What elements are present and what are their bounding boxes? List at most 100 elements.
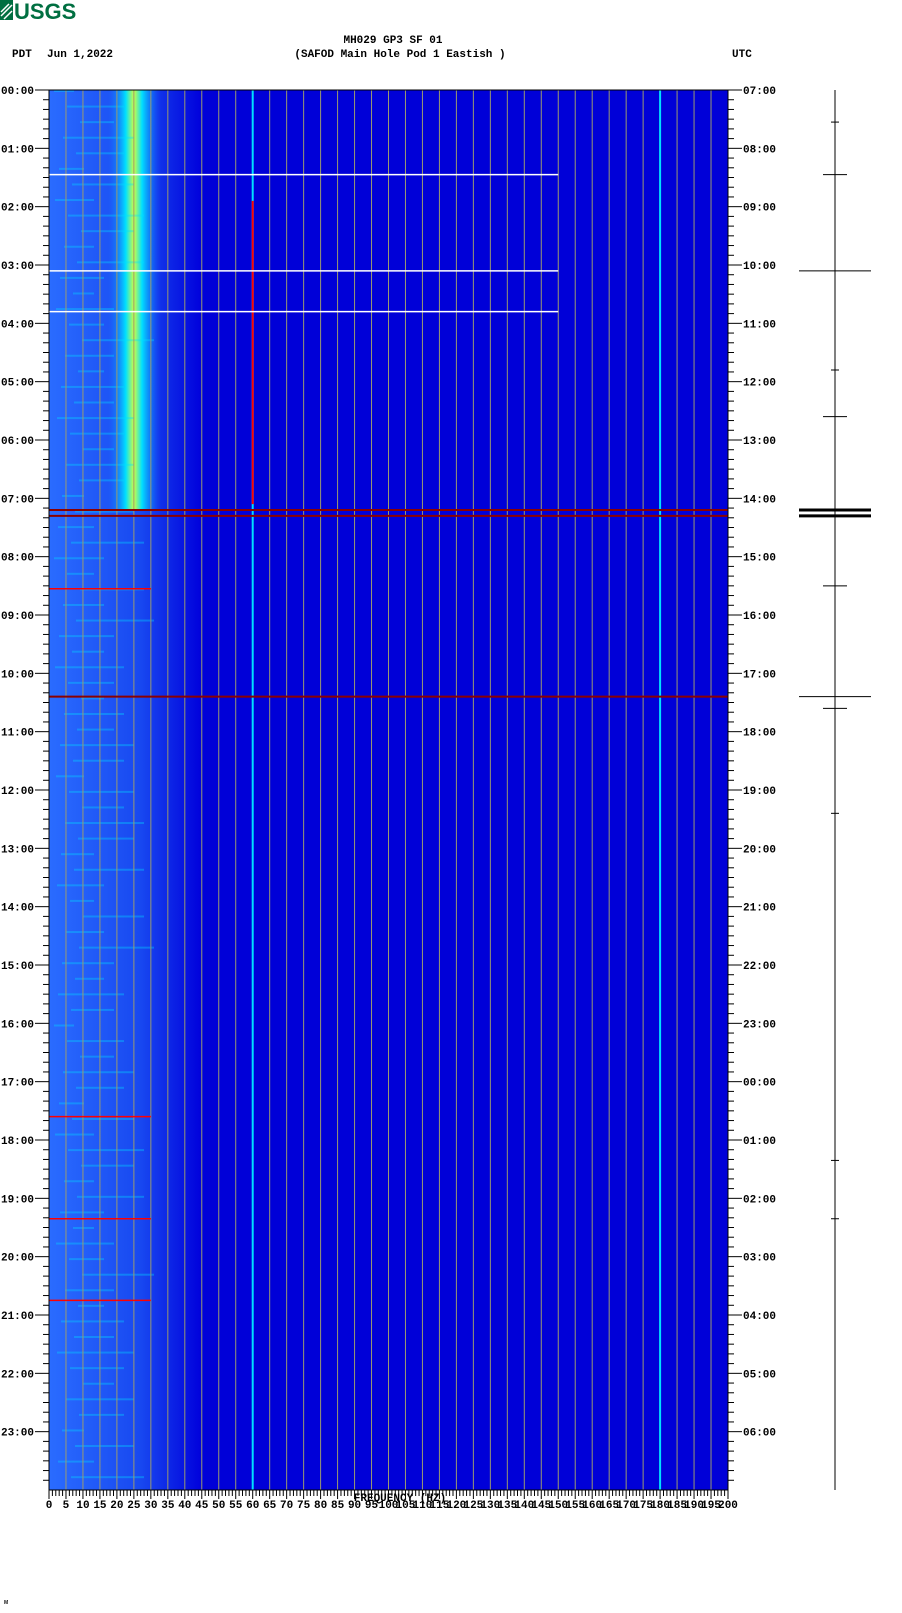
seismogram-trace (799, 90, 871, 1490)
left-time-label: 20:00 (1, 1253, 34, 1265)
x-tick-label: 20 (110, 1500, 123, 1512)
right-time-label: 12:00 (743, 378, 776, 390)
usgs-logo-text: USGS (14, 0, 76, 24)
x-tick-label: 35 (161, 1500, 175, 1512)
spectrogram-plot (48, 89, 729, 1491)
spectral-streak (62, 494, 84, 497)
right-time-label: 08:00 (743, 144, 776, 156)
right-time-label: 19:00 (743, 786, 776, 798)
spectral-streak (73, 759, 124, 762)
x-tick-label: 45 (195, 1500, 209, 1512)
right-time-label: 10:00 (743, 261, 776, 273)
spectral-streak (59, 1102, 84, 1105)
spectral-streak (68, 681, 114, 684)
right-time-label: 14:00 (743, 494, 776, 506)
spectral-streak (66, 931, 104, 934)
spectral-streak (64, 1180, 94, 1183)
x-tick-label: 75 (297, 1500, 311, 1512)
spectral-streak (81, 1164, 134, 1167)
spectral-streak (57, 884, 104, 887)
right-timezone: UTC (732, 49, 752, 61)
spectral-streak (56, 775, 84, 778)
spectral-streak (67, 1040, 124, 1043)
spectral-streak (81, 230, 134, 233)
spectral-streak (57, 1351, 134, 1354)
left-time-label: 16:00 (1, 1019, 34, 1031)
spectral-streak (63, 603, 104, 606)
left-time-label: 13:00 (1, 844, 34, 856)
spectral-streak (56, 1242, 114, 1245)
x-tick-label: 50 (212, 1500, 225, 1512)
left-time-label: 21:00 (1, 1311, 34, 1323)
left-time-label: 03:00 (1, 261, 34, 273)
right-time-label: 18:00 (743, 728, 776, 740)
right-time-label: 03:00 (743, 1253, 776, 1265)
spectral-streak (57, 417, 134, 420)
spectral-streak (65, 1289, 114, 1292)
left-time-label: 04:00 (1, 319, 34, 331)
station-title: MH029 GP3 SF 01 (343, 35, 442, 47)
spectral-streak (72, 183, 134, 186)
x-tick-label: 10 (76, 1500, 89, 1512)
spectral-streak (69, 790, 134, 793)
right-time-label: 02:00 (743, 1194, 776, 1206)
left-time-label: 19:00 (1, 1194, 34, 1206)
right-time-label: 00:00 (743, 1078, 776, 1090)
spectrogram-chart: USGS MH029 GP3 SF 01 PDT Jun 1,2022 (SAF… (0, 0, 871, 1606)
left-time-label: 23:00 (1, 1428, 34, 1440)
right-time-label: 06:00 (743, 1428, 776, 1440)
spectral-streak (74, 401, 114, 404)
right-time-label: 09:00 (743, 203, 776, 215)
left-time-label: 22:00 (1, 1369, 34, 1381)
right-time-label: 04:00 (743, 1311, 776, 1323)
spectral-streak (58, 993, 124, 996)
left-time-label: 17:00 (1, 1078, 34, 1090)
spectral-streak (65, 822, 144, 825)
left-time-label: 07:00 (1, 494, 34, 506)
left-time-label: 01:00 (1, 144, 34, 156)
left-timezone: PDT (12, 49, 32, 61)
spectral-streak (61, 1320, 124, 1323)
spectral-streak (83, 448, 114, 451)
location-subtitle: (SAFOD Main Hole Pod 1 Eastish ) (294, 49, 505, 61)
x-tick-label: 85 (331, 1500, 345, 1512)
spectral-streak (82, 339, 154, 342)
spectral-streak (81, 697, 104, 700)
spectral-streak (68, 1149, 144, 1152)
spectral-streak (68, 214, 144, 217)
spectral-streak (71, 1008, 114, 1011)
spectral-streak (72, 650, 104, 653)
spectral-streak (61, 385, 124, 388)
right-time-label: 21:00 (743, 903, 776, 915)
spectral-streak (71, 1476, 144, 1479)
x-tick-label: 200 (718, 1500, 738, 1512)
spectral-streak (82, 1273, 154, 1276)
right-time-label: 15:00 (743, 553, 776, 565)
left-time-label: 02:00 (1, 203, 34, 215)
x-tick-label: 55 (229, 1500, 243, 1512)
spectral-streak (55, 199, 94, 202)
date-label: Jun 1,2022 (47, 49, 113, 61)
right-time-label: 23:00 (743, 1019, 776, 1031)
x-tick-label: 65 (263, 1500, 277, 1512)
right-time-label: 16:00 (743, 611, 776, 623)
spectral-streak (54, 1024, 74, 1027)
spectral-streak (54, 557, 104, 560)
x-tick-label: 25 (127, 1500, 141, 1512)
spectral-streak (64, 713, 124, 715)
spectral-streak (73, 292, 94, 295)
x-axis-label: FREQUENCY (HZ) (354, 1493, 446, 1505)
spectral-streak (72, 1117, 134, 1120)
spectral-streak (63, 136, 134, 139)
spectral-streak (67, 105, 124, 108)
usgs-logo: USGS (0, 0, 76, 24)
right-time-label: 13:00 (743, 436, 776, 448)
spectral-streak (67, 572, 94, 575)
spectral-streak (60, 744, 134, 747)
x-tick-label: 60 (246, 1500, 259, 1512)
spectral-streak (71, 541, 144, 544)
spectral-streak (59, 167, 84, 170)
left-time-label: 10:00 (1, 669, 34, 681)
right-time-label: 05:00 (743, 1369, 776, 1381)
spectral-streak (73, 1226, 94, 1229)
